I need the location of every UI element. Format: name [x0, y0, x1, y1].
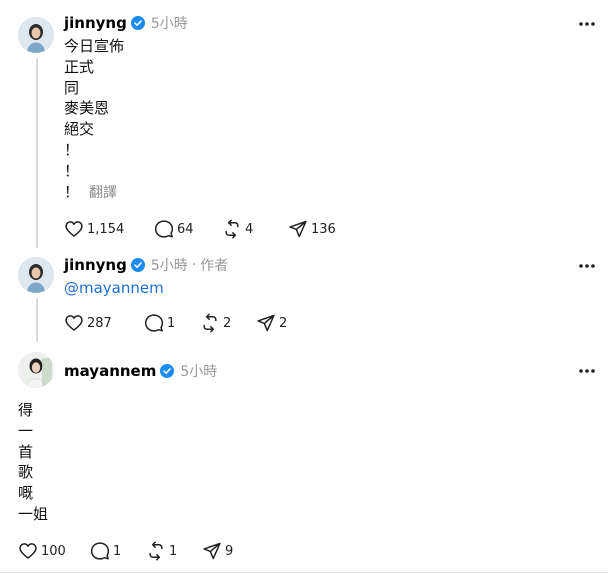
repost-count: 4	[245, 221, 254, 237]
verified-badge-icon	[130, 16, 145, 30]
comment-count: 1	[167, 315, 176, 331]
repost-count: 1	[169, 543, 178, 559]
post-text: @mayannem	[64, 278, 164, 299]
heart-icon	[65, 221, 83, 237]
thread-line	[36, 58, 38, 248]
username[interactable]: mayannem	[64, 362, 156, 380]
share-button[interactable]: 136	[288, 219, 358, 239]
share-count: 2	[279, 315, 288, 331]
like-count: 287	[87, 315, 112, 331]
comment-button[interactable]: 1	[144, 313, 200, 333]
comment-bubble-icon	[154, 220, 174, 238]
text-line: ！	[64, 161, 80, 180]
share-count: 136	[311, 221, 336, 237]
share-button[interactable]: 9	[202, 541, 258, 561]
text-line: 麥美恩	[64, 99, 110, 118]
translate-link[interactable]: 翻譯	[89, 185, 117, 201]
like-button[interactable]: 1,154	[64, 219, 154, 239]
post-header: jinnyng 5小時 · 作者	[64, 254, 228, 276]
text-line-with-translate: ！ 翻譯	[64, 182, 124, 203]
username[interactable]: jinnyng	[64, 14, 127, 32]
comment-button[interactable]: 1	[90, 541, 146, 561]
text-line: ！	[64, 140, 80, 159]
text-line: 首	[18, 442, 34, 461]
mention-link[interactable]: @mayannem	[64, 279, 164, 297]
repost-icon	[203, 313, 217, 333]
heart-icon	[65, 315, 83, 331]
post-text: 得 一 首 歌 嘅 一姐	[18, 400, 48, 525]
text-line: ！	[64, 182, 80, 201]
timestamp[interactable]: 5小時	[180, 361, 217, 381]
repost-button[interactable]: 1	[146, 541, 202, 561]
more-dots-icon[interactable]	[576, 360, 598, 382]
text-line: 絕交	[64, 120, 95, 139]
divider	[0, 572, 608, 573]
timestamp[interactable]: 5小時	[151, 13, 188, 33]
text-line: 一	[18, 421, 34, 440]
action-bar: 100 1 1 9	[18, 541, 258, 561]
separator-dot: ·	[191, 257, 197, 273]
comment-count: 1	[113, 543, 122, 559]
repost-count: 2	[223, 315, 232, 331]
heart-icon	[19, 543, 37, 559]
verified-badge-icon	[160, 364, 175, 378]
avatar[interactable]	[18, 257, 54, 293]
share-button[interactable]: 2	[256, 313, 312, 333]
text-line: 正式	[64, 57, 95, 76]
avatar[interactable]	[18, 352, 54, 388]
verified-badge-icon	[130, 258, 145, 272]
text-line: 同	[64, 78, 80, 97]
username[interactable]: jinnyng	[64, 256, 127, 274]
text-line: 一姐	[18, 504, 49, 523]
author-label: 作者	[200, 258, 229, 274]
like-count: 1,154	[87, 221, 125, 237]
comment-bubble-icon	[144, 314, 164, 332]
action-bar: 287 1 2 2	[64, 313, 312, 333]
text-line: 得	[18, 401, 34, 419]
send-icon	[203, 542, 221, 560]
thread-line	[36, 298, 38, 342]
action-bar: 1,154 64 4 136	[64, 219, 358, 239]
more-dots-icon[interactable]	[576, 13, 598, 35]
post-text: 今日宣佈 正式 同 麥美恩 絕交 ！ ！ ！ 翻譯	[64, 36, 124, 202]
comment-count: 64	[177, 221, 194, 237]
text-line: 嘅	[18, 484, 34, 503]
repost-button[interactable]: 2	[200, 313, 256, 333]
like-count: 100	[41, 543, 66, 559]
send-icon	[289, 220, 307, 238]
text-line: 今日宣佈	[64, 37, 125, 55]
comment-bubble-icon	[90, 542, 110, 560]
more-dots-icon[interactable]	[576, 255, 598, 277]
repost-icon	[225, 219, 239, 239]
timestamp[interactable]: 5小時	[151, 255, 188, 275]
post-header: jinnyng 5小時	[64, 12, 188, 34]
repost-icon	[149, 541, 163, 561]
text-line: 歌	[18, 463, 34, 482]
send-icon	[257, 314, 275, 332]
comment-button[interactable]: 64	[154, 219, 222, 239]
share-count: 9	[225, 543, 234, 559]
avatar[interactable]	[18, 17, 54, 53]
like-button[interactable]: 287	[64, 313, 144, 333]
like-button[interactable]: 100	[18, 541, 90, 561]
repost-button[interactable]: 4	[222, 219, 288, 239]
text-line: @mayannem	[64, 278, 164, 299]
post-header: mayannem 5小時	[64, 360, 217, 382]
